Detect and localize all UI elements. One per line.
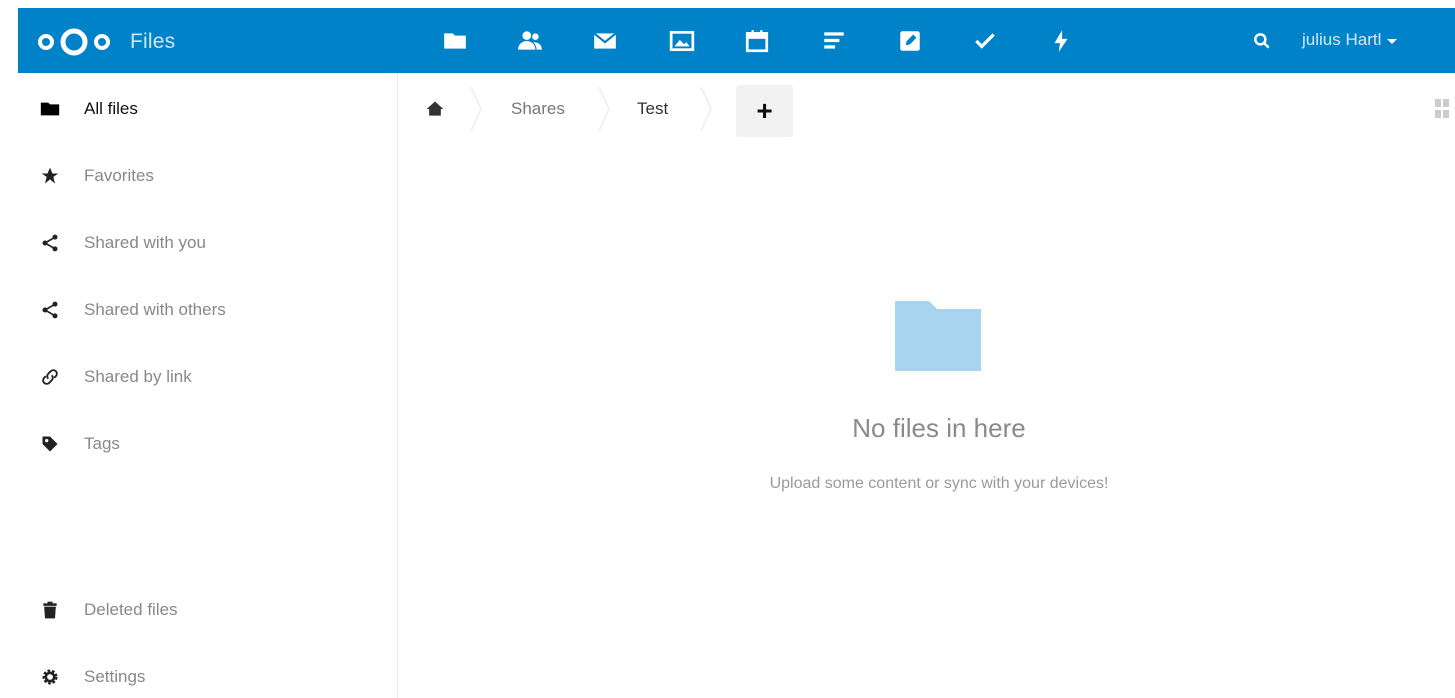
nextcloud-logo[interactable] bbox=[30, 26, 120, 56]
calendar-app-icon[interactable] bbox=[738, 22, 776, 60]
gear-icon bbox=[38, 665, 62, 689]
grid-view-icon[interactable] bbox=[1431, 97, 1451, 121]
sidebar-item-label: Shared with others bbox=[84, 300, 226, 319]
activity-app-icon[interactable] bbox=[1042, 22, 1080, 60]
top-header: Files julius Hartl bbox=[18, 8, 1455, 73]
breadcrumb: Shares Test + bbox=[399, 73, 1455, 143]
home-icon[interactable] bbox=[421, 95, 449, 123]
gallery-app-icon[interactable] bbox=[663, 22, 701, 60]
sidebar-item-label: Deleted files bbox=[84, 600, 178, 619]
breadcrumb-item-shares[interactable]: Shares bbox=[511, 99, 565, 119]
star-icon bbox=[38, 164, 62, 188]
share-icon bbox=[38, 231, 62, 255]
sidebar-item-all-files[interactable]: All files bbox=[18, 87, 398, 131]
share-icon bbox=[38, 298, 62, 322]
empty-title: No files in here bbox=[852, 413, 1026, 443]
folder-icon bbox=[895, 301, 981, 371]
sidebar: All files Favorites Shared with you Shar… bbox=[18, 73, 398, 698]
sidebar-item-shared-with-you[interactable]: Shared with you bbox=[18, 221, 398, 265]
sidebar-item-label: Shared by link bbox=[84, 367, 192, 386]
breadcrumb-separator bbox=[470, 87, 482, 131]
new-file-button[interactable]: + bbox=[736, 85, 793, 137]
contacts-app-icon[interactable] bbox=[511, 22, 549, 60]
sidebar-item-favorites[interactable]: Favorites bbox=[18, 154, 398, 198]
user-menu[interactable]: julius Hartl bbox=[1302, 30, 1398, 50]
breadcrumb-separator bbox=[700, 87, 712, 131]
sidebar-item-deleted-files[interactable]: Deleted files bbox=[18, 588, 398, 632]
breadcrumb-separator bbox=[598, 87, 610, 131]
sidebar-item-tags[interactable]: Tags bbox=[18, 422, 398, 466]
chevron-down-icon bbox=[1387, 39, 1398, 44]
sidebar-item-settings[interactable]: Settings bbox=[18, 655, 398, 698]
sidebar-item-label: Tags bbox=[84, 434, 120, 453]
mail-app-icon[interactable] bbox=[586, 22, 624, 60]
files-app-icon[interactable] bbox=[436, 22, 474, 60]
breadcrumb-item-test[interactable]: Test bbox=[637, 99, 668, 119]
sidebar-item-shared-with-others[interactable]: Shared with others bbox=[18, 288, 398, 332]
app-title: Files bbox=[130, 30, 176, 53]
folder-icon bbox=[38, 97, 62, 121]
user-name: julius Hartl bbox=[1302, 30, 1382, 49]
tasks-app-icon[interactable] bbox=[966, 22, 1004, 60]
notes-app-icon[interactable] bbox=[815, 22, 853, 60]
sidebar-item-label: Shared with you bbox=[84, 233, 206, 252]
empty-content: No files in here Upload some content or … bbox=[399, 143, 1455, 698]
sidebar-item-label: All files bbox=[84, 99, 138, 118]
empty-subtitle: Upload some content or sync with your de… bbox=[769, 475, 1109, 492]
sidebar-item-shared-by-link[interactable]: Shared by link bbox=[18, 355, 398, 399]
sidebar-item-label: Favorites bbox=[84, 166, 154, 185]
tag-icon bbox=[38, 432, 62, 456]
search-icon[interactable] bbox=[1248, 27, 1276, 55]
link-icon bbox=[38, 365, 62, 389]
trash-icon bbox=[38, 598, 62, 622]
sidebar-item-label: Settings bbox=[84, 667, 146, 686]
edit-app-icon[interactable] bbox=[891, 22, 929, 60]
